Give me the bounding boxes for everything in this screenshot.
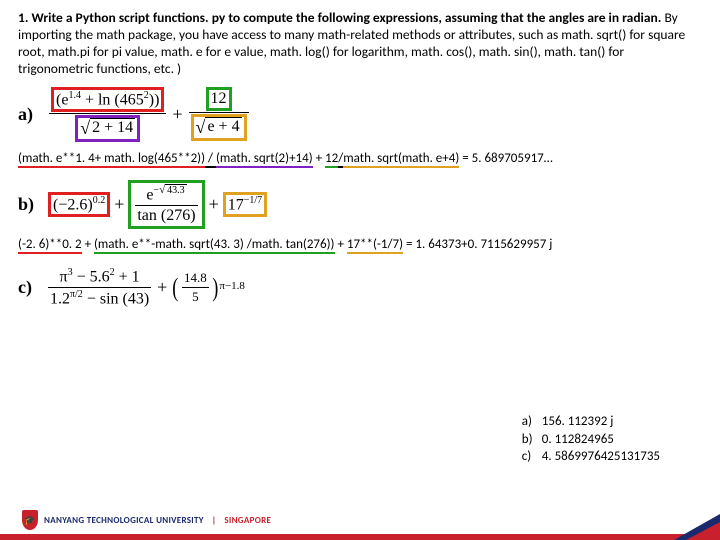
eq-c-12: 1.2 bbox=[50, 291, 70, 308]
ans-a-p2: (math. sqrt(2)+14) bbox=[216, 151, 313, 168]
eq-c-pi: π bbox=[60, 268, 68, 285]
label-b: b) bbox=[18, 194, 34, 215]
eq-b-t3sup: −1/7 bbox=[244, 195, 262, 206]
plus-icon: + bbox=[157, 277, 167, 298]
rparen-icon: ) bbox=[212, 273, 218, 303]
answer-a-line: (math. e**1. 4+ math. log(465**2)) / (ma… bbox=[18, 151, 702, 166]
label-c: c) bbox=[18, 277, 32, 298]
eq-a-sup1: 1.4 bbox=[68, 90, 81, 101]
ans-let-c: c) bbox=[522, 448, 542, 466]
eq-a-num-e: (e bbox=[56, 91, 68, 108]
eq-b-den: tan (276) bbox=[135, 206, 197, 226]
ans-a-p3: 12 bbox=[325, 151, 338, 168]
eq-b-t1sup: 0.2 bbox=[93, 195, 106, 206]
ans-val-b: 0. 112824965 bbox=[542, 431, 614, 449]
eq-b-t3: 17 bbox=[228, 196, 244, 213]
footer-corner-red bbox=[686, 522, 720, 540]
ans-a-eq: = 5. 689705917… bbox=[459, 151, 552, 166]
ans-let-b: b) bbox=[522, 431, 542, 449]
eq-c-56: − 5.6 bbox=[73, 268, 110, 285]
ans-val-a: 156. 112392 j bbox=[542, 413, 614, 431]
lparen-icon: ( bbox=[173, 273, 179, 303]
footer: 🎓 NANYANG TECHNOLOGICAL UNIVERSITY | SIN… bbox=[0, 492, 720, 540]
eq-b-root: 43.3 bbox=[165, 184, 187, 196]
ans-b-p2: (math. e**-math. sqrt(43. 3) /math. tan(… bbox=[94, 237, 335, 254]
plus-icon: + bbox=[172, 104, 182, 125]
answers-list: a)156. 112392 j b)0. 112824965 c)4. 5869… bbox=[522, 413, 660, 466]
ans-b-p3: 17**(-1/7) bbox=[347, 237, 403, 254]
eq-c-pih: π/2 bbox=[70, 289, 83, 300]
ans-let-a: a) bbox=[522, 413, 542, 431]
eq-a-num2: 12 bbox=[206, 87, 232, 111]
equation-b: b) (−2.6)0.2 + e−√43.3 tan (276) + 17−1/… bbox=[18, 180, 702, 229]
eq-a-ln: + ln (465 bbox=[81, 91, 144, 108]
plus-icon: + bbox=[114, 194, 124, 215]
plus: + bbox=[82, 237, 94, 252]
ans-b-p1: (-2. 6)**0. 2 bbox=[18, 237, 82, 254]
intro-bold: 1. Write a Python script functions. py t… bbox=[18, 9, 661, 26]
ans-a-p1: (math. e**1. 4+ math. log(465**2)) bbox=[18, 151, 205, 168]
footer-uni: NANYANG TECHNOLOGICAL UNIVERSITY bbox=[44, 515, 204, 526]
eq-c-148: 14.8 bbox=[182, 269, 209, 287]
intro-text: 1. Write a Python script functions. py t… bbox=[18, 10, 702, 78]
equation-c: c) π3 − 5.62 + 1 1.2π/2 − sin (43) + ( 1… bbox=[18, 266, 702, 310]
divider-icon: | bbox=[212, 515, 217, 526]
eq-c-sin: − sin (43) bbox=[83, 291, 149, 308]
eq-c-plus1: + 1 bbox=[115, 268, 140, 285]
eq-a-close: )) bbox=[149, 91, 160, 108]
label-a: a) bbox=[18, 104, 33, 125]
equation-a: a) (e1.4 + ln (4652)) √2 + 14 + 12 √e + … bbox=[18, 86, 702, 143]
eq-c-5: 5 bbox=[190, 288, 201, 306]
eq-c-outsup: π−1.8 bbox=[219, 280, 245, 292]
plus-icon: + bbox=[209, 194, 219, 215]
plus: + bbox=[313, 151, 325, 166]
slash: / bbox=[205, 151, 216, 168]
footer-sg: SINGAPORE bbox=[224, 515, 271, 526]
answer-b-line: (-2. 6)**0. 2 + (math. e**-math. sqrt(43… bbox=[18, 237, 702, 252]
ans-b-eq: = 1. 64373+0. 7115629957 j bbox=[403, 237, 552, 252]
eq-b-t1: (−2.6) bbox=[53, 196, 93, 213]
ans-val-c: 4. 5869976425131735 bbox=[542, 448, 660, 466]
eq-a-den2: e + 4 bbox=[205, 117, 241, 136]
plus2: + bbox=[335, 237, 347, 252]
footer-bar bbox=[0, 534, 720, 540]
ans-a-p4: math. sqrt(math. e+4) bbox=[343, 151, 459, 168]
eq-a-den1: 2 + 14 bbox=[90, 118, 135, 137]
ntu-shield-icon: 🎓 bbox=[22, 510, 38, 530]
